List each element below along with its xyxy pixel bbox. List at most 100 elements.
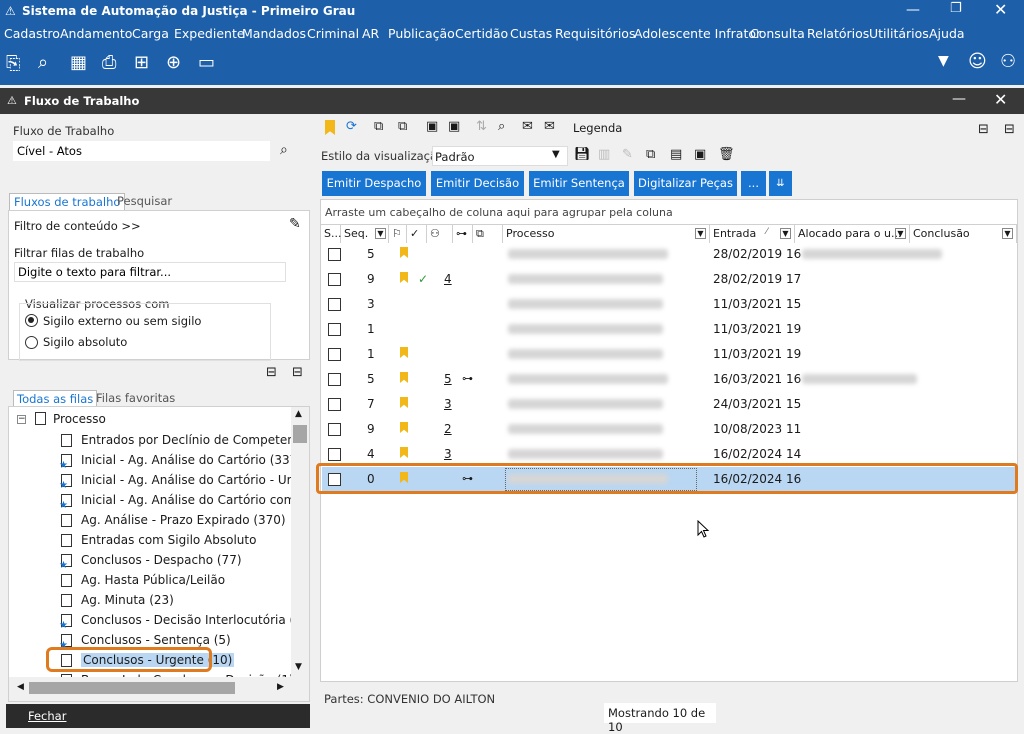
export-icon[interactable]: ⧉ [646, 147, 655, 162]
tree-vscroll[interactable]: ▲ ▼ [291, 407, 309, 677]
redacted-process-number[interactable] [508, 349, 663, 359]
more-button[interactable]: ... [741, 171, 766, 196]
expand-all-icon[interactable]: ⊟ [978, 122, 989, 137]
menu-item-9[interactable]: Custas [510, 26, 552, 41]
users-icon[interactable]: ☺ [968, 51, 987, 72]
tab-filas-favoritas[interactable]: Filas favoritas [96, 391, 175, 405]
window-icon[interactable]: ▣ [694, 147, 706, 162]
hierarchy-icon[interactable]: ⊞ [134, 52, 149, 73]
table-row[interactable]: 7 3 24/03/2021 15 [322, 392, 1017, 417]
table-row[interactable]: 3 11/03/2021 15 [322, 292, 1017, 317]
search-process-icon[interactable]: ⌕ [38, 52, 48, 73]
estilo-select[interactable]: Padrão ▼ [432, 146, 568, 166]
collapse-all-icon[interactable]: ⊟ [1004, 122, 1015, 137]
menu-item-5[interactable]: Criminal [307, 26, 359, 41]
filter-input[interactable] [14, 262, 286, 282]
panel-close-icon[interactable]: ✕ [994, 90, 1007, 109]
table-row[interactable]: 5 5 ⊶ 16/03/2021 16 [322, 367, 1017, 392]
radio-sigilo-externo[interactable] [25, 314, 38, 327]
radio-sigilo-absoluto[interactable] [25, 336, 38, 349]
lock-icon[interactable]: ▣ [426, 119, 438, 134]
entrada-filter-icon[interactable]: ▼ [780, 228, 791, 239]
menu-item-14[interactable]: Utilitários [869, 26, 929, 41]
redacted-process-number[interactable] [508, 324, 663, 334]
dropdown-icon[interactable]: ▼ [938, 53, 949, 69]
menu-item-11[interactable]: Adolescente Infrator [634, 26, 761, 41]
menu-item-0[interactable]: Cadastro [4, 26, 60, 41]
alocado-filter-icon[interactable]: ▼ [895, 228, 906, 239]
col-flag[interactable]: ⚐ [389, 225, 407, 243]
redacted-process-number[interactable] [508, 374, 668, 384]
digitalizar-pecas-button[interactable]: Digitalizar Peças [634, 171, 737, 196]
emitir-sentenca-button[interactable]: Emitir Sentença [529, 171, 629, 196]
menu-item-10[interactable]: Requisitórios [555, 26, 635, 41]
restore-icon[interactable]: ❐ [950, 1, 962, 16]
col-link[interactable]: ⊶ [453, 225, 473, 243]
minimize-icon[interactable]: — [906, 2, 920, 18]
save-state-icon[interactable]: ▣ [448, 119, 460, 134]
hscroll-thumb[interactable] [29, 682, 235, 694]
col-conclusao[interactable]: Conclusão [910, 225, 1017, 243]
delete-disabled-icon[interactable]: ▥ [598, 147, 610, 162]
menu-item-15[interactable]: Ajuda [929, 26, 965, 41]
col-alocado[interactable]: Alocado para o u... [795, 225, 910, 243]
row-checkbox[interactable] [328, 448, 341, 461]
mail-icon[interactable]: ✉ [544, 119, 555, 134]
menu-item-8[interactable]: Certidão [455, 26, 508, 41]
row-checkbox[interactable] [328, 298, 341, 311]
col-check[interactable]: ✓ [407, 225, 427, 243]
refresh-icon[interactable]: ⟳ [346, 119, 357, 134]
cell-parts-count[interactable]: 3 [444, 447, 452, 461]
redacted-process-number[interactable] [508, 399, 663, 409]
table-row[interactable]: 1 11/03/2021 19 [322, 342, 1017, 367]
save-icon[interactable]: 💾︎ [574, 147, 591, 162]
expand-toolbar-button[interactable]: ⇊ [769, 171, 792, 196]
search-icon[interactable]: ⌕ [280, 142, 288, 158]
folder-icon[interactable]: ▭ [198, 52, 215, 73]
redacted-process-number[interactable] [508, 274, 663, 284]
trash-icon[interactable]: 🗑︎ [718, 147, 735, 162]
col-select[interactable]: S... [321, 225, 341, 243]
redacted-process-number[interactable] [508, 299, 663, 309]
fechar-button[interactable]: Fechar [6, 704, 310, 728]
list-icon[interactable]: ▤ [670, 147, 682, 162]
row-checkbox[interactable] [328, 348, 341, 361]
menu-item-7[interactable]: Publicação [388, 26, 455, 41]
comment-icon[interactable]: ✉ [522, 119, 533, 134]
emitir-decisao-button[interactable]: Emitir Decisão [431, 171, 524, 196]
filtro-conteudo[interactable]: Filtro de conteúdo >> [14, 219, 141, 233]
scroll-down-icon[interactable]: ▼ [295, 662, 302, 672]
row-checkbox[interactable] [328, 273, 341, 286]
bookmark-icon[interactable] [325, 120, 335, 135]
processo-filter-icon[interactable]: ▼ [695, 228, 706, 239]
radio2-label[interactable]: Sigilo absoluto [43, 335, 127, 349]
scroll-up-icon[interactable]: ▲ [295, 409, 302, 419]
redacted-process-number[interactable] [508, 449, 663, 459]
scroll-left-icon[interactable]: ◀ [17, 682, 24, 692]
edit-disabled-icon[interactable]: ✎ [622, 147, 633, 162]
legenda-label[interactable]: Legenda [573, 121, 622, 135]
tree-root[interactable]: Processo [53, 412, 106, 426]
calendar-icon[interactable]: ▦ [70, 52, 87, 73]
duplicate-icon[interactable]: ⧉ [398, 119, 407, 134]
user-settings-icon[interactable]: ⚇ [1000, 51, 1016, 72]
table-row[interactable]: 9 2 10/08/2023 11 [322, 417, 1017, 442]
close-icon[interactable]: ✕ [994, 0, 1007, 19]
menu-item-6[interactable]: AR [362, 26, 379, 41]
copy-icon[interactable]: ⧉ [374, 119, 383, 134]
zoom-icon[interactable]: ⌕ [498, 119, 505, 134]
col-parts[interactable]: ⚇ [427, 225, 453, 243]
print-icon[interactable]: ⎙ [102, 52, 116, 73]
tab-pesquisar[interactable]: Pesquisar [117, 194, 172, 208]
tab-fluxos[interactable]: Fluxos de trabalho [9, 193, 126, 210]
tree-hscroll[interactable]: ◀ ▶ [9, 677, 309, 701]
scroll-right-icon[interactable]: ▶ [277, 682, 284, 692]
table-row[interactable]: 9 ✓ 4 28/02/2019 17 [322, 267, 1017, 292]
row-checkbox[interactable] [328, 398, 341, 411]
cell-parts-count[interactable]: 4 [444, 272, 452, 286]
col-processo[interactable]: Processo [503, 225, 710, 243]
cell-parts-count[interactable]: 3 [444, 397, 452, 411]
tree-toggle[interactable]: − [17, 415, 26, 424]
menu-item-1[interactable]: Andamento [60, 26, 132, 41]
row-checkbox[interactable] [328, 373, 341, 386]
